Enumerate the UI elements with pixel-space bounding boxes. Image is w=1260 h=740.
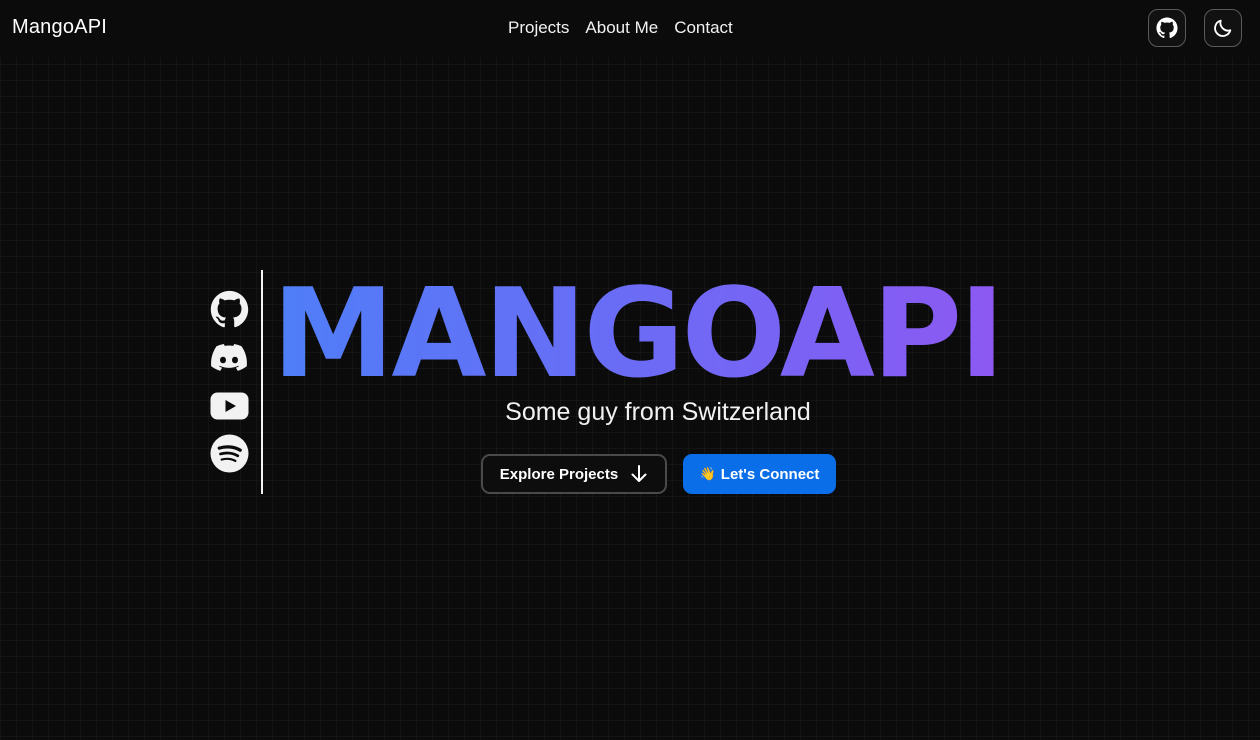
github-icon xyxy=(1156,17,1178,39)
social-spotify-link[interactable] xyxy=(209,434,249,473)
theme-toggle-button[interactable] xyxy=(1204,9,1242,47)
discord-icon xyxy=(211,343,247,371)
lets-connect-button[interactable]: 👋 Let's Connect xyxy=(683,454,836,494)
vertical-divider xyxy=(261,270,263,494)
social-discord-link[interactable] xyxy=(209,338,249,377)
social-github-link[interactable] xyxy=(209,290,249,329)
youtube-icon xyxy=(210,392,248,419)
nav-links: Projects About Me Contact xyxy=(508,18,733,38)
explore-projects-label: Explore Projects xyxy=(499,465,619,483)
nav-link-about-me[interactable]: About Me xyxy=(585,18,658,38)
nav-link-projects[interactable]: Projects xyxy=(508,18,569,38)
wave-icon: 👋 xyxy=(699,466,716,481)
top-navbar: MangoAPI Projects About Me Contact xyxy=(0,0,1260,58)
spotify-icon xyxy=(209,434,249,473)
moon-icon xyxy=(1214,19,1232,37)
github-button[interactable] xyxy=(1148,9,1186,47)
github-icon xyxy=(210,290,248,328)
arrow-down-icon xyxy=(631,465,647,482)
lets-connect-label: Let's Connect xyxy=(720,465,820,483)
social-links xyxy=(209,290,249,473)
brand-logo[interactable]: MangoAPI xyxy=(12,16,107,39)
hero-subtitle: Some guy from Switzerland xyxy=(505,398,811,426)
nav-link-contact[interactable]: Contact xyxy=(674,18,733,38)
explore-projects-button[interactable]: Explore Projects xyxy=(481,454,667,494)
hero-title: MANGOAPI xyxy=(272,272,1047,398)
social-youtube-link[interactable] xyxy=(209,386,249,425)
